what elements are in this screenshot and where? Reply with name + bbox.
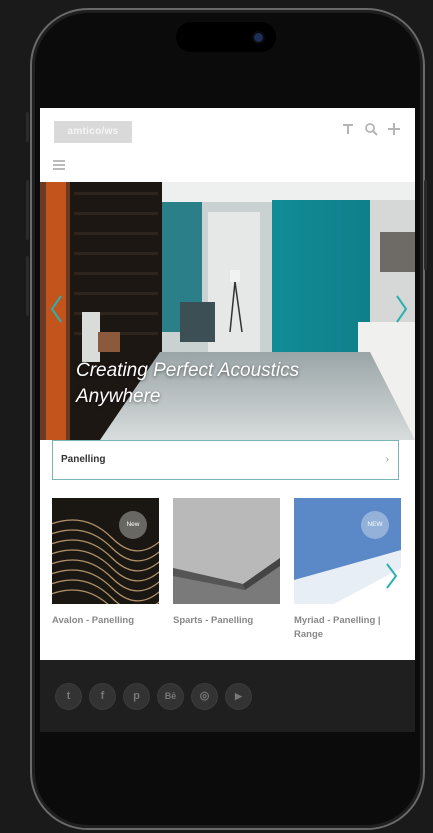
plus-icon[interactable]: [387, 122, 401, 136]
side-button-mute: [26, 112, 29, 142]
hero-caption-line2: Anywhere: [76, 386, 161, 407]
hamburger-menu-icon[interactable]: [53, 160, 65, 170]
product-carousel-next-arrow[interactable]: [385, 562, 399, 590]
carousel-next-arrow[interactable]: [395, 294, 409, 324]
filter-icon[interactable]: [341, 122, 355, 136]
category-select[interactable]: Panelling ›: [52, 440, 399, 480]
site-footer: t f p Bē ◎ ▶: [40, 660, 415, 732]
product-card[interactable]: New Avalon - Panelling: [52, 498, 159, 628]
behance-icon[interactable]: Bē: [158, 684, 183, 709]
brand-logo[interactable]: amtico/ws: [54, 121, 132, 143]
product-title-line2: Range: [294, 629, 324, 640]
pinterest-icon[interactable]: p: [124, 684, 149, 709]
product-title[interactable]: Avalon - Panelling: [52, 614, 159, 628]
product-title[interactable]: Sparts - Panelling: [173, 614, 280, 628]
product-thumbnail[interactable]: [173, 498, 280, 604]
product-thumbnail[interactable]: New: [52, 498, 159, 604]
twitter-icon[interactable]: t: [56, 684, 81, 709]
camera-icon: [254, 33, 263, 42]
app-screen: amtico/ws Creating Perfect Acoustics Any…: [40, 108, 415, 660]
carousel-prev-arrow[interactable]: [49, 294, 63, 324]
social-links: t f p Bē ◎ ▶: [56, 684, 251, 709]
hero-caption: Creating Perfect Acoustics Anywhere: [76, 358, 299, 410]
search-icon[interactable]: [364, 122, 378, 136]
hero-caption-line1: Creating Perfect Acoustics: [76, 360, 300, 381]
youtube-icon[interactable]: ▶: [226, 684, 251, 709]
product-title[interactable]: Myriad - Panelling | Range: [294, 614, 401, 642]
product-carousel: New Avalon - Panelling Sparts - Panellin…: [52, 498, 413, 658]
hero-banner: Creating Perfect Acoustics Anywhere: [40, 182, 415, 440]
product-card[interactable]: Sparts - Panelling: [173, 498, 280, 628]
side-button-volume-down: [26, 256, 29, 316]
new-badge: New: [119, 511, 147, 539]
new-badge: NEW: [361, 511, 389, 539]
category-select-value: Panelling: [61, 454, 106, 465]
chevron-down-icon: ›: [385, 454, 389, 465]
facebook-icon[interactable]: f: [90, 684, 115, 709]
side-button-volume-up: [26, 180, 29, 240]
instagram-icon[interactable]: ◎: [192, 684, 217, 709]
site-header: amtico/ws: [40, 108, 415, 182]
side-button-power: [424, 180, 427, 270]
header-icons: [341, 122, 401, 136]
product-title-line1: Myriad - Panelling |: [294, 615, 381, 626]
